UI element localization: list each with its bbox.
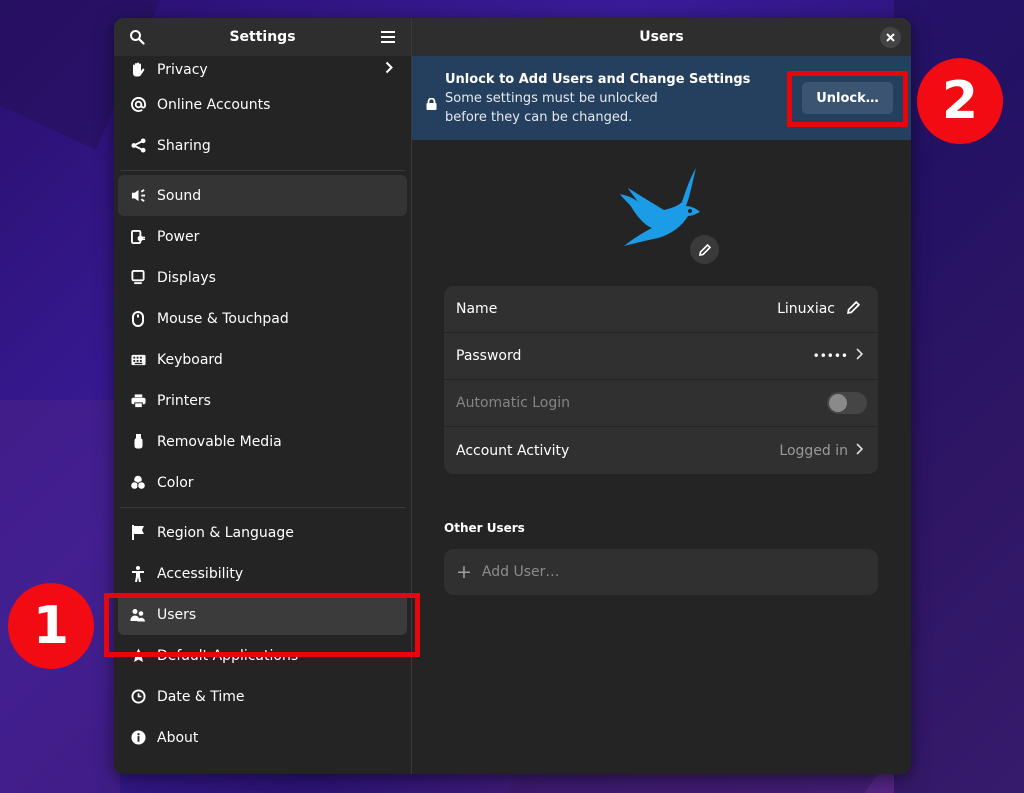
account-details-card: Name Linuxiac Password ••••• Automatic L… xyxy=(444,286,878,474)
menu-icon[interactable] xyxy=(377,26,399,48)
sidebar-item-displays[interactable]: Displays xyxy=(118,257,407,298)
sidebar-item-removable-media[interactable]: Removable Media xyxy=(118,421,407,462)
usb-drive-icon xyxy=(130,434,146,450)
banner-message-line2: before they can be changed. xyxy=(445,109,633,125)
sidebar-item-label: Sound xyxy=(157,187,202,204)
info-icon xyxy=(130,730,146,746)
sidebar-item-label: Region & Language xyxy=(157,524,294,541)
plus-icon: + xyxy=(456,561,472,583)
add-user-button[interactable]: + Add User… xyxy=(444,549,878,595)
sidebar-item-keyboard[interactable]: Keyboard xyxy=(118,339,407,380)
sidebar-item-online-accounts[interactable]: Online Accounts xyxy=(118,84,407,125)
password-row[interactable]: Password ••••• xyxy=(444,333,878,380)
keyboard-icon xyxy=(130,352,146,368)
other-users-card: + Add User… xyxy=(444,549,878,595)
divider xyxy=(120,507,405,508)
lock-icon xyxy=(426,95,437,114)
flag-icon xyxy=(130,525,146,541)
sidebar-item-sound[interactable]: Sound xyxy=(118,175,407,216)
sidebar-item-label: About xyxy=(157,729,199,746)
main-header: Users xyxy=(412,18,911,56)
banner-title: Unlock to Add Users and Change Settings xyxy=(445,71,751,87)
step-badge-1: 1 xyxy=(8,583,94,669)
sidebar-item-date-time[interactable]: Date & Time xyxy=(118,676,407,717)
sidebar-item-label: Mouse & Touchpad xyxy=(157,310,289,327)
power-plug-icon xyxy=(130,229,146,245)
sidebar-item-label: Accessibility xyxy=(157,565,244,582)
sidebar-item-label: Displays xyxy=(157,269,216,286)
hand-icon xyxy=(130,62,146,78)
account-activity-row[interactable]: Account Activity Logged in xyxy=(444,427,878,474)
name-row[interactable]: Name Linuxiac xyxy=(444,286,878,333)
printer-icon xyxy=(130,393,146,409)
name-label: Name xyxy=(456,301,498,317)
add-user-label: Add User… xyxy=(481,564,560,580)
other-users-heading: Other Users xyxy=(444,521,525,535)
sidebar-item-power[interactable]: Power xyxy=(118,216,407,257)
close-button[interactable] xyxy=(880,27,901,48)
sidebar-item-sharing[interactable]: Sharing xyxy=(118,125,407,166)
banner-message-line1: Some settings must be unlocked xyxy=(445,90,658,106)
highlight-users-item xyxy=(104,593,420,657)
highlight-unlock-button xyxy=(787,71,908,127)
account-activity-label: Account Activity xyxy=(456,442,570,459)
close-icon xyxy=(886,33,895,42)
users-panel: Users Unlock to Add Users and Change Set… xyxy=(412,18,911,774)
automatic-login-label: Automatic Login xyxy=(456,395,571,411)
sidebar-header: Settings xyxy=(114,18,411,56)
settings-window: Settings Privacy Online Accounts Sharing xyxy=(114,18,911,774)
account-activity-value: Logged in xyxy=(779,442,848,459)
search-icon[interactable] xyxy=(126,26,148,48)
clock-icon xyxy=(130,689,146,705)
divider xyxy=(120,170,405,171)
avatar xyxy=(620,166,720,264)
automatic-login-toggle[interactable] xyxy=(827,392,867,414)
at-icon xyxy=(130,97,146,113)
pencil-icon[interactable] xyxy=(847,300,861,318)
edit-avatar-button[interactable] xyxy=(690,235,719,264)
share-icon xyxy=(130,138,146,154)
sidebar-item-mouse-touchpad[interactable]: Mouse & Touchpad xyxy=(118,298,407,339)
sidebar-item-label: Date & Time xyxy=(157,688,245,705)
mouse-icon xyxy=(130,310,146,327)
sidebar-item-region-language[interactable]: Region & Language xyxy=(118,512,407,553)
chevron-right-icon xyxy=(856,442,864,459)
sidebar-item-label: Sharing xyxy=(157,137,211,154)
sidebar-item-privacy[interactable]: Privacy xyxy=(118,56,407,84)
sidebar: Settings Privacy Online Accounts Sharing xyxy=(114,18,412,774)
accessibility-icon xyxy=(130,565,146,582)
sidebar-item-label: Color xyxy=(157,474,194,491)
password-label: Password xyxy=(456,348,522,364)
sidebar-title: Settings xyxy=(229,29,296,45)
sidebar-item-printers[interactable]: Printers xyxy=(118,380,407,421)
sidebar-item-label: Keyboard xyxy=(157,351,223,368)
password-value: ••••• xyxy=(812,349,848,363)
sidebar-item-accessibility[interactable]: Accessibility xyxy=(118,553,407,594)
pencil-icon xyxy=(698,243,711,256)
step-badge-2: 2 xyxy=(917,58,1003,144)
name-value: Linuxiac xyxy=(777,301,835,317)
page-title: Users xyxy=(639,29,684,45)
chevron-right-icon xyxy=(385,61,393,78)
sidebar-item-label: Power xyxy=(157,228,200,245)
color-icon xyxy=(130,475,146,491)
sidebar-item-color[interactable]: Color xyxy=(118,462,407,503)
display-icon xyxy=(130,270,146,286)
sidebar-item-label: Privacy xyxy=(157,62,208,78)
sidebar-item-label: Printers xyxy=(157,392,211,409)
sidebar-item-about[interactable]: About xyxy=(118,717,407,758)
sidebar-item-label: Removable Media xyxy=(157,433,282,450)
automatic-login-row: Automatic Login xyxy=(444,380,878,427)
speaker-icon xyxy=(130,188,146,204)
chevron-right-icon xyxy=(856,348,864,364)
sidebar-item-label: Online Accounts xyxy=(157,96,271,113)
